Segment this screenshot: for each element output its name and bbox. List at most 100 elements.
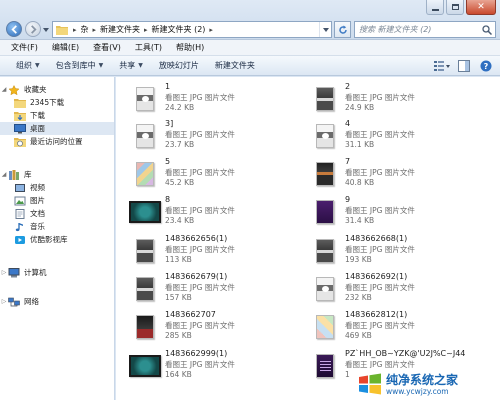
file-name: 7: [345, 157, 351, 166]
pictures-icon: [14, 196, 26, 205]
file-item[interactable]: 1483662679(1) 看图王 JPG 图片文件 157 KB: [128, 270, 308, 308]
menu-tools[interactable]: 工具(T): [128, 42, 169, 53]
forward-button[interactable]: [25, 21, 41, 37]
image-thumbnail: [136, 162, 154, 186]
file-list: 1 看图王 JPG 图片文件 24.2 KB 2 看图王 JPG 图片文件 24.9 K…: [116, 77, 500, 400]
nav-item-2345-downloads[interactable]: 2345下载: [0, 96, 114, 109]
search-icon[interactable]: [482, 24, 492, 35]
nav-item-youku-library[interactable]: 优酷影视库: [0, 233, 114, 246]
new-folder-button[interactable]: 新建文件夹: [207, 60, 263, 71]
file-item[interactable]: 3] 看图王 JPG 图片文件 23.7 KB: [128, 117, 308, 155]
nav-favorites[interactable]: ◢ 收藏夹: [0, 83, 114, 96]
breadcrumb: ▸ 杂 ▸ 新建文件夹 ▸ 新建文件夹 (2) ▸: [71, 24, 215, 35]
nav-computer-label: 计算机: [24, 268, 47, 277]
menu-edit[interactable]: 编辑(E): [45, 42, 86, 53]
navigation-pane: ◢ 收藏夹 2345下载 下载 桌面 最近访问的位置 ◢ 库 视频 图片 文档 …: [0, 77, 115, 400]
file-size: 23.4 KB: [165, 216, 195, 225]
file-item[interactable]: 1483662668(1) 看图王 JPG 图片文件 193 KB: [308, 232, 488, 270]
file-size: 164 KB: [165, 370, 192, 379]
search-input[interactable]: [359, 25, 477, 34]
nav-item-downloads[interactable]: 下载: [0, 109, 114, 122]
file-item[interactable]: 1 看图王 JPG 图片文件 24.2 KB: [128, 80, 308, 118]
file-size: 23.7 KB: [165, 140, 195, 149]
refresh-button[interactable]: [334, 21, 351, 38]
nav-item-label: 最近访问的位置: [30, 137, 83, 146]
file-name: 3]: [165, 119, 174, 128]
image-thumbnail: [316, 239, 334, 263]
menu-view[interactable]: 查看(V): [86, 42, 128, 53]
expander-icon[interactable]: ▷: [0, 298, 8, 305]
nav-computer[interactable]: ▷ 计算机: [0, 266, 114, 279]
menu-file[interactable]: 文件(F): [4, 42, 45, 53]
nav-item-label: 下载: [30, 111, 45, 120]
change-view-button[interactable]: [434, 59, 450, 73]
file-name: 1483662692(1): [345, 272, 408, 281]
file-item[interactable]: 4 看图王 JPG 图片文件 31.1 KB: [308, 117, 488, 155]
file-item[interactable]: 8 看图王 JPG 图片文件 23.4 KB: [128, 193, 308, 231]
minimize-button[interactable]: [426, 0, 444, 15]
slideshow-button[interactable]: 放映幻灯片: [151, 60, 207, 71]
nav-item-pictures[interactable]: 图片: [0, 194, 114, 207]
computer-icon: [8, 267, 20, 277]
recent-places-icon: [14, 137, 26, 147]
file-item[interactable]: 1483662999(1) 看图王 JPG 图片文件 164 KB: [128, 347, 308, 385]
image-thumbnail: [129, 355, 161, 377]
library-icon: [9, 169, 19, 180]
share-button[interactable]: 共享 ▼: [111, 60, 151, 71]
breadcrumb-item[interactable]: 新建文件夹: [100, 24, 140, 35]
image-thumbnail: [316, 354, 334, 378]
file-type: 看图王 JPG 图片文件: [165, 244, 235, 254]
file-name: 9: [345, 195, 351, 204]
expander-icon[interactable]: ◢: [0, 86, 8, 93]
help-button[interactable]: ?: [478, 59, 494, 73]
file-size: 232 KB: [345, 293, 372, 302]
chevron-down-icon: ▼: [138, 62, 143, 69]
file-item[interactable]: 7 看图王 JPG 图片文件 40.8 KB: [308, 155, 488, 193]
file-item[interactable]: 1483662812(1) 看图王 JPG 图片文件 469 KB: [308, 308, 488, 346]
help-icon: ?: [480, 60, 492, 72]
nav-library[interactable]: ◢ 库: [0, 168, 114, 181]
arrow-left-icon: [10, 24, 17, 34]
preview-pane-button[interactable]: [456, 59, 472, 73]
file-item[interactable]: 5 看图王 JPG 图片文件 45.2 KB: [128, 155, 308, 193]
history-dropdown-icon[interactable]: [43, 27, 49, 33]
file-item[interactable]: 1483662692(1) 看图王 JPG 图片文件 232 KB: [308, 270, 488, 308]
breadcrumb-separator-icon: ▸: [144, 25, 148, 34]
back-button[interactable]: [6, 21, 22, 37]
desktop-icon: [14, 123, 26, 133]
file-name: PZ`HH_OB~YZK@'U2J%C~J44: [345, 349, 466, 358]
nav-item-label: 桌面: [30, 124, 45, 133]
organize-button[interactable]: 组织 ▼: [8, 60, 48, 71]
expander-icon[interactable]: ▷: [0, 269, 8, 276]
file-name: 1: [165, 82, 171, 91]
nav-item-documents[interactable]: 文档: [0, 207, 114, 220]
expander-icon[interactable]: ◢: [0, 171, 8, 178]
address-dropdown-button[interactable]: [319, 22, 331, 37]
menu-help[interactable]: 帮助(H): [169, 42, 211, 53]
nav-item-music[interactable]: 音乐: [0, 220, 114, 233]
file-item[interactable]: 1483662707 看图王 JPG 图片文件 285 KB: [128, 308, 308, 346]
nav-network[interactable]: ▷ 网络: [0, 295, 114, 308]
file-type: 看图王 JPG 图片文件: [345, 320, 415, 330]
file-size: 40.8 KB: [345, 178, 375, 187]
file-item[interactable]: 2 看图王 JPG 图片文件 24.9 KB: [308, 80, 488, 118]
nav-item-label: 图片: [30, 196, 45, 205]
file-name: 8: [165, 195, 171, 204]
file-item[interactable]: 9 看图王 JPG 图片文件 31.4 KB: [308, 193, 488, 231]
breadcrumb-item[interactable]: 新建文件夹 (2): [152, 24, 206, 35]
file-item[interactable]: 1483662656(1) 看图王 JPG 图片文件 113 KB: [128, 232, 308, 270]
include-in-library-button[interactable]: 包含到库中 ▼: [48, 60, 112, 71]
file-name: 1483662812(1): [345, 310, 408, 319]
address-bar[interactable]: ▸ 杂 ▸ 新建文件夹 ▸ 新建文件夹 (2) ▸: [52, 21, 332, 38]
close-button[interactable]: ✕: [466, 0, 496, 15]
maximize-button[interactable]: [446, 0, 464, 15]
image-thumbnail: [136, 315, 154, 339]
site-watermark: 纯净系统之家 www.ycwjzy.com: [352, 368, 500, 400]
star-icon: [8, 84, 20, 95]
nav-item-recent-places[interactable]: 最近访问的位置: [0, 135, 114, 148]
file-name: 1483662656(1): [165, 234, 228, 243]
breadcrumb-item[interactable]: 杂: [81, 24, 89, 35]
nav-item-desktop[interactable]: 桌面: [0, 122, 114, 135]
search-box[interactable]: [354, 21, 496, 38]
nav-item-videos[interactable]: 视频: [0, 181, 114, 194]
